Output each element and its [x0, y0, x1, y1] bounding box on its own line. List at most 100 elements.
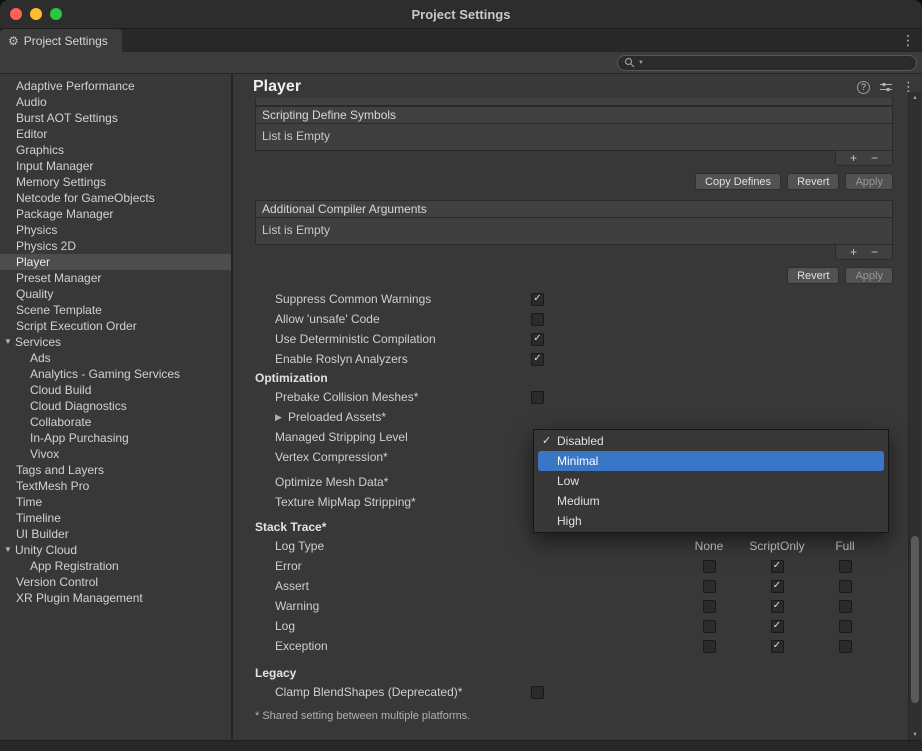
apply-button[interactable]: Apply	[845, 173, 893, 190]
scrollbar-thumb[interactable]	[911, 536, 919, 703]
dropdown-option[interactable]: ✓ Minimal	[534, 451, 888, 471]
checkbox-full[interactable]: ✓	[839, 620, 852, 633]
sidebar-item[interactable]: ▼ Timeline	[0, 510, 231, 526]
add-item-button[interactable]: +	[850, 152, 857, 164]
check-icon: ✓	[533, 334, 541, 344]
sidebar-item[interactable]: ▼ Quality	[0, 286, 231, 302]
dropdown-option[interactable]: ✓ Disabled	[534, 431, 888, 451]
add-item-button[interactable]: +	[850, 246, 857, 258]
checkbox[interactable]: ✓	[531, 391, 544, 404]
sidebar-item[interactable]: ▼ App Registration	[0, 558, 231, 574]
dropdown-option[interactable]: ✓ Low	[534, 471, 888, 491]
checkbox-none[interactable]: ✓	[703, 620, 716, 633]
checkbox[interactable]: ✓	[531, 333, 544, 346]
dropdown-option[interactable]: ✓ High	[534, 511, 888, 531]
sidebar-item-label: Time	[16, 495, 42, 509]
sidebar-item[interactable]: ▼ Analytics - Gaming Services	[0, 366, 231, 382]
sidebar-item[interactable]: ▼ Memory Settings	[0, 174, 231, 190]
sidebar-item-label: Quality	[16, 287, 53, 301]
foldout-open-icon[interactable]: ▼	[4, 338, 15, 346]
checkbox-none[interactable]: ✓	[703, 560, 716, 573]
sidebar-item[interactable]: ▼ Editor	[0, 126, 231, 142]
checkbox-full[interactable]: ✓	[839, 640, 852, 653]
checkbox[interactable]: ✓	[531, 353, 544, 366]
sidebar-item[interactable]: ▼ Unity Cloud	[0, 542, 231, 558]
sidebar-item[interactable]: ▼ TextMesh Pro	[0, 478, 231, 494]
checkbox-full[interactable]: ✓	[839, 600, 852, 613]
scroll-up-icon[interactable]: ▲	[909, 92, 921, 103]
help-icon[interactable]: ?	[857, 81, 870, 94]
sidebar-item[interactable]: ▼ Script Execution Order	[0, 318, 231, 334]
apply-button[interactable]: Apply	[845, 267, 893, 284]
sidebar-item[interactable]: ▼ Tags and Layers	[0, 462, 231, 478]
dropdown-option[interactable]: ✓ Medium	[534, 491, 888, 511]
sidebar-item[interactable]: ▼ Burst AOT Settings	[0, 110, 231, 126]
setting-label: Vertex Compression*	[275, 450, 531, 464]
checkbox[interactable]: ✓	[531, 313, 544, 326]
window-controls	[0, 8, 62, 20]
preloaded-assets-row[interactable]: ▶ Preloaded Assets*	[255, 407, 893, 427]
checkbox-none[interactable]: ✓	[703, 580, 716, 593]
zoom-window-button[interactable]	[50, 8, 62, 20]
minimize-window-button[interactable]	[30, 8, 42, 20]
sidebar-item-label: Services	[15, 335, 61, 349]
checkbox[interactable]: ✓	[531, 293, 544, 306]
sidebar-item[interactable]: ▼ Physics 2D	[0, 238, 231, 254]
remove-item-button[interactable]: −	[871, 246, 878, 258]
sidebar-item-label: Physics	[16, 223, 57, 237]
foldout-closed-icon[interactable]: ▶	[275, 413, 288, 422]
sidebar-item[interactable]: ▼ XR Plugin Management	[0, 590, 231, 606]
close-window-button[interactable]	[10, 8, 22, 20]
sidebar-item[interactable]: ▼ Package Manager	[0, 206, 231, 222]
presets-icon[interactable]	[880, 81, 892, 93]
checkbox-scriptonly[interactable]: ✓	[771, 600, 784, 613]
sidebar-item-label: App Registration	[30, 559, 119, 573]
checkbox-scriptonly[interactable]: ✓	[771, 560, 784, 573]
tab-menu-icon[interactable]: ⋮	[901, 32, 915, 49]
search-field[interactable]: ▼	[617, 55, 917, 71]
sidebar-item[interactable]: ▼ Netcode for GameObjects	[0, 190, 231, 206]
list-empty-label: List is Empty	[255, 218, 893, 245]
revert-button[interactable]: Revert	[787, 267, 839, 284]
sidebar-item[interactable]: ▼ Input Manager	[0, 158, 231, 174]
sidebar-item[interactable]: ▼ Ads	[0, 350, 231, 366]
sidebar-item-label: Package Manager	[16, 207, 113, 221]
sidebar-item[interactable]: ▼ Time	[0, 494, 231, 510]
copy-defines-button[interactable]: Copy Defines	[695, 173, 781, 190]
checkbox-full[interactable]: ✓	[839, 580, 852, 593]
sidebar-item-label: Vivox	[30, 447, 59, 461]
sidebar-item[interactable]: ▼ Audio	[0, 94, 231, 110]
dropdown-option-label: High	[557, 514, 582, 528]
page-title: Player	[253, 78, 847, 96]
checkbox-none[interactable]: ✓	[703, 600, 716, 613]
checkbox-scriptonly[interactable]: ✓	[771, 580, 784, 593]
sidebar-item[interactable]: ▼ Preset Manager	[0, 270, 231, 286]
sidebar-item[interactable]: ▼ Services	[0, 334, 231, 350]
sidebar-item[interactable]: ▼ Scene Template	[0, 302, 231, 318]
checkbox[interactable]: ✓	[531, 686, 544, 699]
scroll-down-icon[interactable]: ▼	[909, 729, 921, 740]
checkbox-full[interactable]: ✓	[839, 560, 852, 573]
sidebar-item[interactable]: ▼ Cloud Diagnostics	[0, 398, 231, 414]
search-input[interactable]	[647, 56, 910, 69]
foldout-open-icon[interactable]: ▼	[4, 546, 15, 554]
tab-project-settings[interactable]: ⚙ Project Settings	[0, 29, 122, 52]
sidebar-item[interactable]: ▼ Player	[0, 254, 231, 270]
column-scriptonly: ScriptOnly	[743, 539, 811, 553]
sidebar-item[interactable]: ▼ Collaborate	[0, 414, 231, 430]
search-filter-caret-icon[interactable]: ▼	[638, 60, 644, 66]
vertical-scrollbar[interactable]: ▲ ▼	[908, 92, 921, 740]
sidebar-item[interactable]: ▼ Graphics	[0, 142, 231, 158]
sidebar-item[interactable]: ▼ Cloud Build	[0, 382, 231, 398]
remove-item-button[interactable]: −	[871, 152, 878, 164]
sidebar-item[interactable]: ▼ Physics	[0, 222, 231, 238]
sidebar-item[interactable]: ▼ Adaptive Performance	[0, 78, 231, 94]
checkbox-scriptonly[interactable]: ✓	[771, 640, 784, 653]
sidebar-item[interactable]: ▼ UI Builder	[0, 526, 231, 542]
checkbox-none[interactable]: ✓	[703, 640, 716, 653]
sidebar-item[interactable]: ▼ In-App Purchasing	[0, 430, 231, 446]
sidebar-item[interactable]: ▼ Version Control	[0, 574, 231, 590]
sidebar-item[interactable]: ▼ Vivox	[0, 446, 231, 462]
revert-button[interactable]: Revert	[787, 173, 839, 190]
checkbox-scriptonly[interactable]: ✓	[771, 620, 784, 633]
